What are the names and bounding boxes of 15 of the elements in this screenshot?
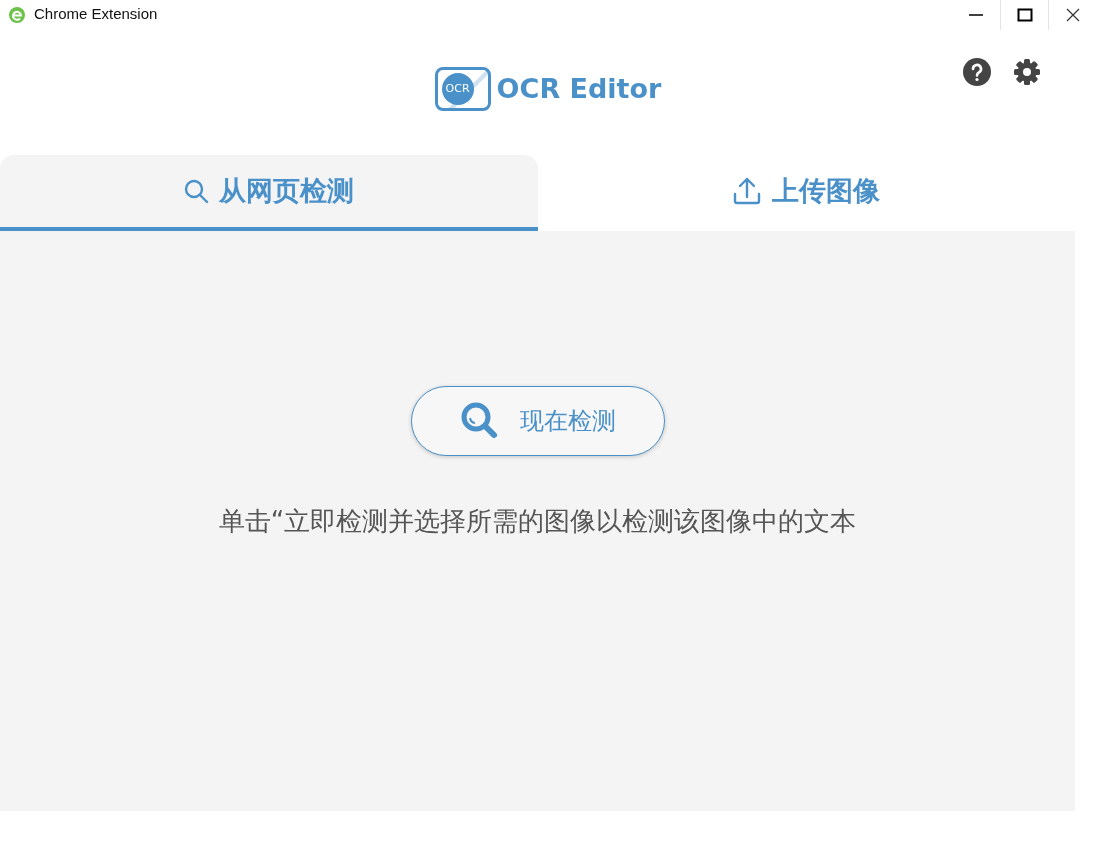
- minimize-icon: [969, 14, 983, 16]
- detect-button[interactable]: 现在检测: [410, 386, 665, 456]
- close-icon: [1064, 7, 1081, 23]
- upload-icon: [732, 176, 763, 206]
- logo-badge: OCR: [434, 66, 491, 111]
- maximize-icon: [1016, 7, 1033, 23]
- instruction-text: 单击“立即检测并选择所需的图像以检测该图像中的文本: [218, 505, 857, 538]
- search-icon: [459, 401, 500, 441]
- help-icon[interactable]: [963, 58, 991, 86]
- window-title: Chrome Extension: [34, 5, 158, 22]
- app-icon: [8, 6, 26, 24]
- search-icon: [183, 178, 210, 204]
- settings-icon[interactable]: [1013, 58, 1041, 86]
- logo-text: OCR Editor: [496, 73, 662, 104]
- tab[interactable]: 从网页检测: [0, 155, 538, 231]
